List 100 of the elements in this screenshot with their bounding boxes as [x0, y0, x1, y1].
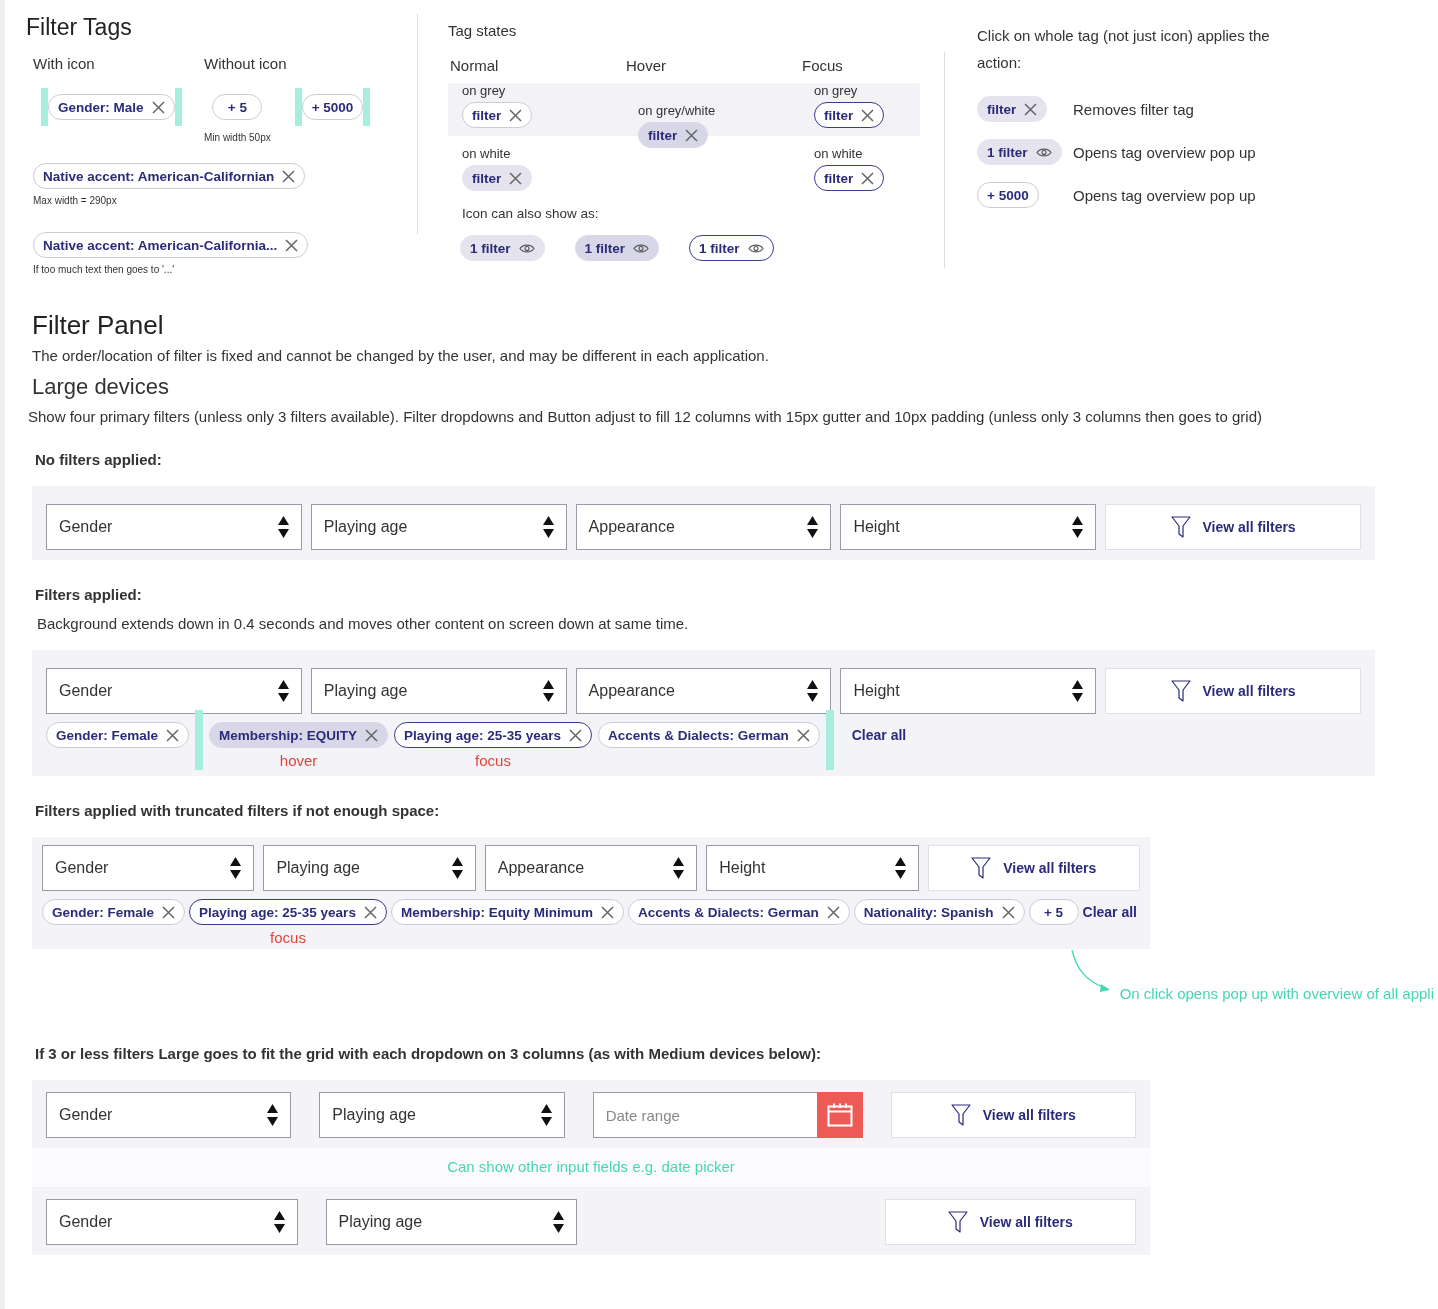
dropdown[interactable]: Playing age [263, 845, 476, 891]
filter-tag[interactable]: + 5000 [301, 94, 364, 120]
filter-tag[interactable]: filter [814, 165, 885, 191]
close-icon [568, 728, 582, 742]
filter-tag[interactable]: 1 filter [574, 235, 660, 261]
sort-icon [542, 680, 554, 702]
filter-tag[interactable]: Membership: Equity Minimum [390, 899, 624, 925]
state-caption: on white [814, 146, 864, 161]
dropdown[interactable]: Playing age [310, 668, 567, 714]
filter-tag[interactable]: Nationality: Spanish [853, 899, 1025, 925]
state-note: hover [279, 752, 318, 769]
dropdown[interactable]: Height [840, 504, 1097, 550]
filter-tag[interactable]: Playing age: 25-35 years [189, 899, 387, 925]
filter-tag[interactable]: 1 filter [977, 139, 1062, 165]
sort-icon [673, 857, 685, 879]
dropdown[interactable]: Gender [46, 504, 302, 550]
state-caption: on grey/white [638, 103, 717, 118]
action-description: Opens tag overview pop up [1073, 143, 1256, 161]
state-note: focus [270, 929, 306, 946]
dropdown[interactable]: Gender [46, 1092, 292, 1138]
filter-tag[interactable]: filter [462, 165, 533, 191]
annotation-text: Can show other input fields e.g. date picker [446, 1158, 736, 1177]
sort-icon [807, 680, 819, 702]
calendar-icon [826, 1103, 853, 1127]
sort-icon [277, 680, 289, 702]
sort-icon [451, 857, 463, 879]
column-heading: Hover [626, 57, 667, 76]
sort-icon [807, 516, 819, 538]
state-caption: Icon can also show as: [462, 206, 600, 221]
close-icon [861, 108, 875, 122]
filter-tag[interactable]: filter [814, 102, 885, 128]
eye-icon [518, 242, 535, 254]
close-icon [1024, 102, 1038, 116]
section-title: Filter Tags [26, 14, 133, 41]
filter-tag[interactable]: Gender: Female [46, 722, 190, 748]
filter-tag[interactable]: Membership: EQUITY [209, 722, 389, 748]
filter-tag[interactable]: Accents & Dialects: German [627, 899, 850, 925]
dropdown[interactable]: Height [840, 668, 1097, 714]
filter-icon [971, 857, 992, 879]
view-filters-button[interactable]: View all filters [1105, 504, 1361, 550]
subheading: Tag states [448, 22, 518, 39]
dropdown[interactable]: Playing age [319, 1092, 565, 1138]
filter-tag[interactable]: Playing age: 25-35 years [394, 722, 592, 748]
date-field[interactable]: Date range [592, 1092, 817, 1138]
filter-tag[interactable]: Gender: Female [42, 899, 186, 925]
section-heading: No filters applied: [35, 451, 163, 468]
subheading: Without icon [204, 55, 288, 72]
filter-tag[interactable]: + 5000 [977, 182, 1039, 208]
filter-tag[interactable]: 1 filter [689, 235, 774, 261]
section-title: Filter Panel [32, 310, 165, 341]
calendar-button[interactable] [816, 1092, 863, 1138]
spacing-guide [195, 710, 204, 770]
clear-all-link[interactable]: Clear all [1082, 904, 1137, 920]
filter-tag[interactable]: 1 filter [460, 235, 545, 261]
close-icon [509, 108, 523, 122]
filter-tag[interactable]: filter [462, 102, 533, 128]
state-note: focus [475, 752, 511, 769]
dropdown[interactable]: Gender [46, 668, 302, 714]
close-icon [600, 905, 614, 919]
section-description: The order/location of filter is fixed and cannot be changed by the user, and may be different in each application. [32, 347, 770, 364]
filter-tag[interactable]: + 5 [1028, 899, 1079, 925]
sort-icon [273, 1211, 285, 1233]
view-filters-button[interactable]: View all filters [927, 845, 1140, 891]
dropdown[interactable]: Height [706, 845, 919, 891]
dropdown[interactable]: Playing age [325, 1199, 577, 1245]
annotation-text: On click opens pop up with overview of all appli [1119, 985, 1434, 1002]
close-icon [282, 169, 296, 183]
sort-icon [277, 516, 289, 538]
filter-tag[interactable]: filter [977, 96, 1048, 122]
dropdown[interactable]: Gender [46, 1199, 298, 1245]
dropdown[interactable]: Appearance [484, 845, 698, 891]
view-filters-button[interactable]: View all filters [890, 1092, 1136, 1138]
sort-icon [553, 1211, 564, 1233]
view-filters-button[interactable]: View all filters [884, 1199, 1136, 1245]
dropdown[interactable]: Appearance [575, 668, 832, 714]
dropdown[interactable]: Playing age [310, 504, 567, 550]
close-icon [509, 171, 523, 185]
close-icon [685, 128, 699, 142]
view-filters-button[interactable]: View all filters [1105, 668, 1361, 714]
subheading: With icon [33, 55, 96, 72]
close-icon [162, 905, 176, 919]
dropdown[interactable]: Gender [42, 845, 255, 891]
section-description: Background extends down in 0.4 seconds and moves other content on screen down at same time. [37, 615, 690, 632]
filter-tag[interactable]: Accents & Dialects: German [597, 722, 820, 748]
dropdown[interactable]: Appearance [575, 504, 832, 550]
filter-tag[interactable]: Native accent: American-Californian [33, 163, 306, 189]
close-icon [826, 905, 840, 919]
action-description: Opens tag overview pop up [1073, 186, 1256, 204]
clear-all-link[interactable]: Clear all [851, 727, 907, 743]
filter-tag[interactable]: Native accent: American-California... [33, 232, 309, 258]
tag-note: If too much text then goes to '...' [33, 264, 176, 275]
filter-icon [947, 1211, 968, 1233]
column-heading: Normal [450, 57, 500, 76]
sort-icon [1072, 680, 1084, 702]
filter-tag[interactable]: filter [638, 122, 709, 148]
close-icon [166, 728, 180, 742]
close-icon [363, 905, 377, 919]
filter-tag[interactable]: + 5 [212, 94, 263, 120]
sort-icon [542, 516, 554, 538]
filter-tag[interactable]: Gender: Male [48, 94, 175, 120]
